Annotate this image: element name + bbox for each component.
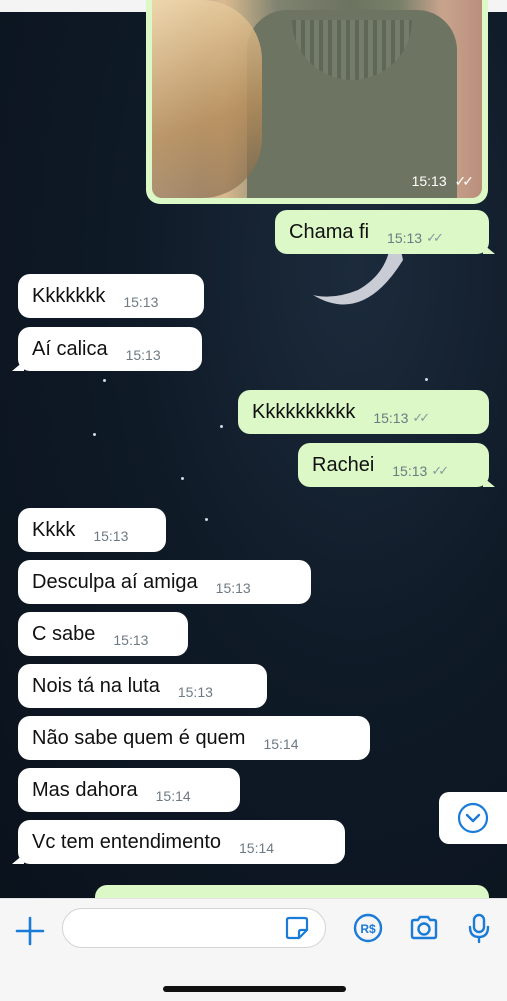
incoming-message[interactable]: Kkkk 15:13 — [18, 508, 166, 552]
outgoing-message[interactable]: Kkkkkkkkkk 15:13 ✓✓ — [238, 390, 489, 434]
message-time: 15:14 — [155, 788, 191, 804]
message-text: Nois tá na luta — [32, 674, 160, 697]
read-ticks-icon: ✓✓ — [454, 173, 475, 189]
photo[interactable] — [152, 0, 482, 198]
sticker-icon[interactable] — [284, 915, 310, 941]
outgoing-message[interactable]: Chama fi 15:13 ✓✓ — [275, 210, 495, 254]
star-decoration — [425, 378, 428, 381]
message-text: C sabe — [32, 622, 96, 645]
svg-text:R$: R$ — [360, 922, 376, 936]
message-text: Aí calica — [32, 337, 108, 360]
message-time: 15:13 — [392, 463, 428, 479]
incoming-message[interactable]: Vc tem entendimento 15:14 — [12, 820, 345, 864]
message-text: Desculpa aí amiga — [32, 570, 198, 593]
pix-payment-icon[interactable]: R$ — [352, 912, 384, 944]
message-text: Kkkkkkk — [32, 284, 106, 307]
incoming-message[interactable]: Desculpa aí amiga 15:13 — [18, 560, 311, 604]
plus-icon[interactable] — [14, 915, 46, 947]
message-text: Kkkkkkkkkk — [252, 400, 356, 423]
star-decoration — [205, 518, 208, 521]
incoming-message[interactable]: Aí calica 15:13 — [12, 327, 202, 371]
microphone-icon[interactable] — [463, 912, 495, 944]
camera-icon[interactable] — [408, 912, 440, 944]
message-text: Rachei — [312, 453, 375, 476]
message-time: 15:13 — [93, 528, 129, 544]
message-time: 15:13 — [215, 580, 251, 596]
message-time: 15:13 — [125, 347, 161, 363]
star-decoration — [220, 425, 223, 428]
incoming-message[interactable]: Mas dahora 15:14 — [18, 768, 240, 812]
message-time: 15:14 — [263, 736, 299, 752]
read-ticks-icon: ✓✓ — [412, 410, 430, 425]
read-ticks-icon: ✓✓ — [431, 463, 449, 478]
incoming-message[interactable]: C sabe 15:13 — [18, 612, 188, 656]
read-ticks-icon: ✓✓ — [426, 230, 444, 245]
chevron-down-circle-icon — [457, 802, 489, 834]
message-time: 15:14 — [239, 840, 275, 856]
incoming-message[interactable]: Não sabe quem é quem 15:14 — [18, 716, 370, 760]
message-text: Não sabe quem é quem — [32, 726, 246, 749]
message-text: Mas dahora — [32, 778, 138, 801]
incoming-message[interactable]: Kkkkkkk 15:13 — [18, 274, 204, 318]
image-time-label: 15:13 — [411, 173, 447, 189]
message-time: 15:13 — [113, 632, 149, 648]
message-text: Kkkk — [32, 518, 76, 541]
star-decoration — [181, 477, 184, 480]
message-text: Vc tem entendimento — [32, 830, 221, 853]
star-decoration — [93, 433, 96, 436]
home-indicator — [163, 986, 346, 992]
image-message[interactable]: 15:13 ✓✓ — [146, 0, 488, 204]
star-decoration — [103, 379, 106, 382]
message-time: 15:13 — [373, 410, 409, 426]
image-message-time: 15:13 ✓✓ — [411, 173, 475, 190]
message-text: Chama fi — [289, 220, 370, 243]
message-time: 15:13 — [123, 294, 159, 310]
message-time: 15:13 — [387, 230, 423, 246]
scroll-to-bottom-button[interactable] — [439, 792, 507, 844]
incoming-message[interactable]: Nois tá na luta 15:13 — [18, 664, 267, 708]
outgoing-message[interactable]: Rachei 15:13 ✓✓ — [298, 443, 495, 487]
message-time: 15:13 — [177, 684, 213, 700]
